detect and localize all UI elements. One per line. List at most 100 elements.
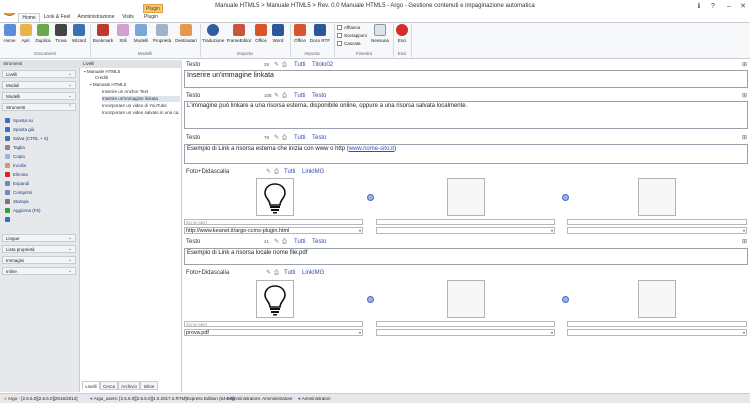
tool-incolla[interactable]: Incolla xyxy=(5,161,26,170)
tool-sposta-su[interactable]: Sposta su xyxy=(5,116,33,125)
help-icon[interactable]: ? xyxy=(706,0,720,13)
proprieta-button[interactable]: Proprietà xyxy=(151,24,173,50)
block-text[interactable]: Inserire un'immagine linkata xyxy=(184,70,748,88)
tool-salva[interactable]: Salva (CTRL + S) xyxy=(5,134,48,143)
pin-icon[interactable]: ⊞ xyxy=(742,134,747,142)
tree-node-manuale[interactable]: ▪ Manuale HTML5 xyxy=(90,82,126,88)
image-slot[interactable] xyxy=(447,280,485,318)
info-icon[interactable]: ℹ xyxy=(692,0,706,13)
block-text[interactable]: Esempio di Link a risorsa locale nome fi… xyxy=(184,248,748,265)
link-select[interactable]: ▾ xyxy=(567,227,747,234)
stili-button[interactable]: Stili xyxy=(115,24,131,50)
image-slot[interactable] xyxy=(638,178,676,216)
section-moduli[interactable]: Moduli ⌄ xyxy=(2,81,76,89)
caption-field[interactable] xyxy=(376,219,555,225)
close-button[interactable]: ✕ xyxy=(736,0,750,13)
printer-icon[interactable]: ⎙ xyxy=(282,238,287,246)
slot-add-icon[interactable] xyxy=(367,194,374,201)
tool-aggiorna[interactable]: Aggiorna (F5) xyxy=(5,206,41,215)
lightbulb-image[interactable] xyxy=(256,178,294,216)
tab-cerca[interactable]: Cerca xyxy=(100,381,118,390)
pencil-icon[interactable]: ✎ xyxy=(266,269,271,277)
word-export-button[interactable]: Word xyxy=(270,24,286,50)
link-select[interactable]: http://www.keanet.it/argo-ccms-plugin.ht… xyxy=(184,227,363,234)
pin-icon[interactable]: ⊞ xyxy=(742,238,747,246)
tutti-link[interactable]: Tutti xyxy=(294,238,305,246)
tab-look-feel[interactable]: Look & Feel xyxy=(42,13,72,22)
external-link[interactable]: www.nome-sito.it xyxy=(349,146,394,152)
tutti-link[interactable]: Tutti xyxy=(294,61,305,69)
style-tag-link[interactable]: LinkIMG xyxy=(302,269,324,277)
image-slot[interactable] xyxy=(638,280,676,318)
style-tag-link[interactable]: Testo xyxy=(312,238,326,246)
link-select[interactable]: ▾ xyxy=(376,329,555,336)
tree-node-immagine-linkata[interactable]: Inserire un'immagine linkata xyxy=(102,96,180,102)
section-lista-proprieta[interactable]: Lista proprietà ⌄ xyxy=(2,245,76,253)
lightbulb-image[interactable] xyxy=(256,280,294,318)
section-modelli[interactable]: Modelli ⌄ xyxy=(2,92,76,100)
tab-home[interactable]: Home xyxy=(18,13,40,22)
nessuna-button[interactable]: Nessuna xyxy=(370,24,390,50)
block-text[interactable]: Esempio di Link a risorsa esterna che in… xyxy=(184,144,748,164)
section-strumenti[interactable]: Strumenti ⌃ xyxy=(2,103,76,111)
pencil-icon[interactable]: ✎ xyxy=(274,61,279,69)
tab-visits[interactable]: Visits xyxy=(118,13,138,22)
printer-icon[interactable]: ⎙ xyxy=(282,92,287,100)
tool-extra[interactable] xyxy=(5,215,13,224)
modelli-button[interactable]: Modelli xyxy=(132,24,150,50)
tool-taglia[interactable]: Taglia xyxy=(5,143,25,152)
style-tag-link[interactable]: Testo xyxy=(312,134,326,142)
section-immagini[interactable]: Immagini ⌄ xyxy=(2,256,76,264)
cascata-checkbox[interactable]: Cascata xyxy=(337,40,361,47)
destinatari-button[interactable]: Destinatari xyxy=(174,24,198,50)
tutti-link[interactable]: Tutti xyxy=(294,134,305,142)
traduzione-button[interactable]: Traduzione xyxy=(202,24,224,50)
caption-field[interactable]: Scrivi alert xyxy=(184,219,363,225)
link-select[interactable]: ▾ xyxy=(376,227,555,234)
image-slot[interactable] xyxy=(447,178,485,216)
tool-elimina[interactable]: Elimina xyxy=(5,170,28,179)
printer-icon[interactable]: ⎙ xyxy=(274,168,279,176)
link-select[interactable]: prova.pdf ▾ xyxy=(184,329,363,336)
affianca-checkbox[interactable]: Affianca xyxy=(337,24,360,31)
tree-node-crediti[interactable]: Crediti xyxy=(95,75,108,81)
caption-field[interactable] xyxy=(376,321,555,327)
style-tag-link[interactable]: Titolo02 xyxy=(312,61,333,69)
section-lingue[interactable]: Lingue ⌄ xyxy=(2,234,76,242)
block-text[interactable]: L'immagine può linkare a una risorsa est… xyxy=(184,101,748,129)
office-import-button[interactable]: Office xyxy=(292,24,308,50)
esci-button[interactable]: Esci xyxy=(395,24,409,50)
printer-icon[interactable]: ⎙ xyxy=(274,269,279,277)
tab-livelli[interactable]: Livelli xyxy=(82,381,100,390)
pin-icon[interactable]: ⊞ xyxy=(742,61,747,69)
pencil-icon[interactable]: ✎ xyxy=(274,238,279,246)
tool-comprimi[interactable]: Comprimi xyxy=(5,188,32,197)
caption-field[interactable]: Scrivi alert xyxy=(184,321,363,327)
apri-button[interactable]: Apri xyxy=(18,24,33,50)
home-button[interactable]: Home xyxy=(2,24,17,50)
pencil-icon[interactable]: ✎ xyxy=(266,168,271,176)
tutti-link[interactable]: Tutti xyxy=(284,269,295,277)
slot-add-icon[interactable] xyxy=(562,296,569,303)
frameeditor-button[interactable]: FrameEditor xyxy=(226,24,252,50)
pin-icon[interactable]: ⊞ xyxy=(742,92,747,100)
slot-add-icon[interactable] xyxy=(367,296,374,303)
pencil-icon[interactable]: ✎ xyxy=(274,134,279,142)
tool-copia[interactable]: Copia xyxy=(5,152,25,161)
caption-field[interactable] xyxy=(567,321,747,327)
tab-amministrazione[interactable]: Amministrazione xyxy=(76,13,116,22)
minimize-button[interactable]: – xyxy=(722,0,736,13)
sovrapponi-checkbox[interactable]: Sovrapponi xyxy=(337,32,367,39)
tool-stampa[interactable]: Stampa xyxy=(5,197,29,206)
section-inline[interactable]: Inline ⌄ xyxy=(2,267,76,275)
tab-inline[interactable]: Inline xyxy=(140,381,158,390)
caption-field[interactable] xyxy=(567,219,747,225)
printer-icon[interactable]: ⎙ xyxy=(282,61,287,69)
trova-button[interactable]: Trova xyxy=(53,24,69,50)
tree-node-video-locale[interactable]: Incorporare un video salvato in una ca..… xyxy=(102,110,180,116)
duplica-button[interactable]: Duplica xyxy=(34,24,52,50)
slot-add-icon[interactable] xyxy=(562,194,569,201)
style-tag-link[interactable]: Testo xyxy=(312,92,326,100)
tab-archivio[interactable]: Archivio xyxy=(118,381,140,390)
tool-sposta-giu[interactable]: Sposta giù xyxy=(5,125,34,134)
